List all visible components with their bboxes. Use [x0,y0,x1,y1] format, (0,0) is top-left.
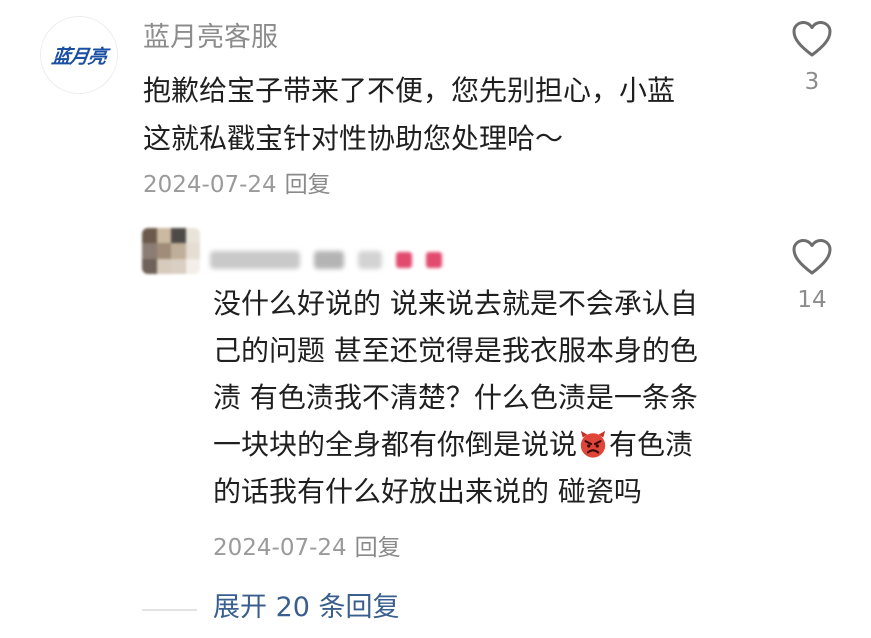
blurred-badge [426,252,442,268]
comment-meta: 2024-07-24 回复 [143,170,331,200]
like-count: 3 [804,69,820,95]
reply-text-line: 没什么好说的 说来说去就是不会承认自 [213,287,698,320]
reply-meta: 2024-07-24 回复 [213,533,401,563]
blurred-name-part [314,251,344,269]
reply-text-line: 一块块的全身都有你倒是说说 有色渍 [213,421,768,468]
reply-button[interactable]: 回复 [285,172,331,198]
user-name-blurred[interactable] [210,240,442,280]
user-avatar-blurred[interactable] [142,228,200,274]
like-count: 14 [797,287,827,313]
blurred-name-part [210,251,300,269]
reply-text-line: 己的问题 甚至还觉得是我衣服本身的色 [213,334,698,367]
reply-button[interactable]: 回复 [355,535,401,561]
reply-text: 没什么好说的 说来说去就是不会承认自 己的问题 甚至还觉得是我衣服本身的色 渍 … [213,280,768,515]
heart-icon[interactable] [791,20,833,58]
reply-date: 2024-07-24 [213,535,347,561]
reply-like-button[interactable]: 14 [782,238,842,314]
comment-text-line: 抱歉给宝子带来了不便，您先别担心，小蓝 [143,74,676,107]
comment-text-line: 这就私戳宝针对性协助您处理哈～ [143,122,564,155]
brand-logo: 蓝月亮 [50,45,108,68]
expand-divider [142,609,197,611]
reply-text-segment: 有色渍 [609,428,694,461]
comment-like-button[interactable]: 3 [782,20,842,96]
reply-text-line: 渍 有色渍我不清楚？什么色渍是一条条 [213,381,698,414]
expand-replies-button[interactable]: 展开 20 条回复 [213,590,400,626]
reply-text-line: 的话我有什么好放出来说的 碰瓷吗 [213,475,642,508]
brand-avatar[interactable]: 蓝月亮 [40,16,118,94]
heart-icon[interactable] [791,238,833,276]
comment-text: 抱歉给宝子带来了不便，您先别担心，小蓝 这就私戳宝针对性协助您处理哈～ [143,67,753,163]
comment-author-name[interactable]: 蓝月亮客服 [143,20,278,56]
comment-date: 2024-07-24 [143,172,277,198]
reply-text-segment: 一块块的全身都有你倒是说说 [213,428,578,461]
angry-devil-emoji-icon [580,430,606,458]
blurred-name-part [358,251,382,269]
blurred-badge [396,252,412,268]
